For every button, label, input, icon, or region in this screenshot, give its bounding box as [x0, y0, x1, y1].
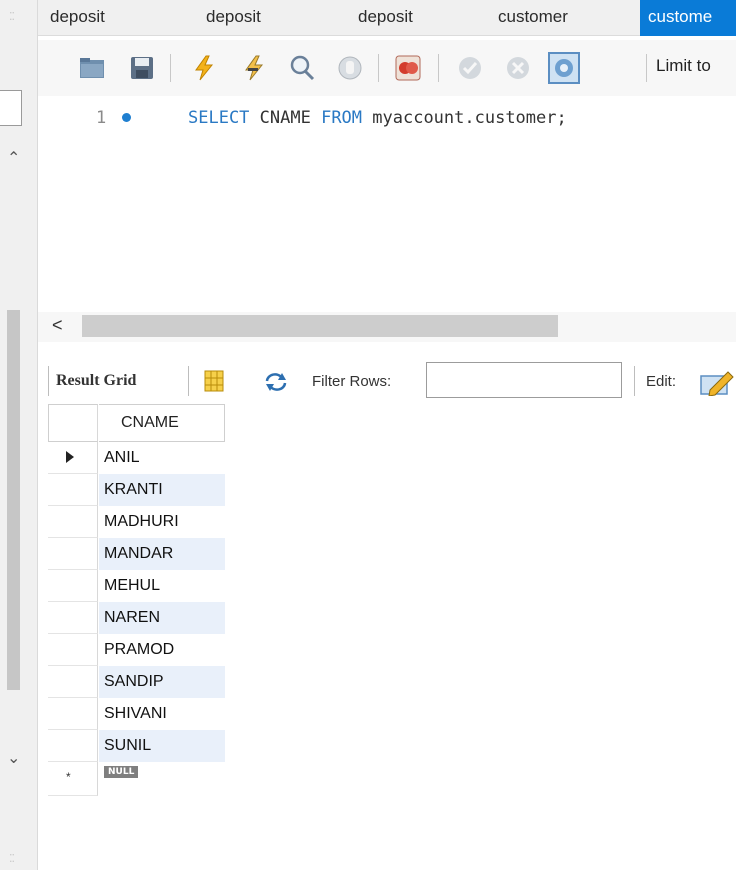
filter-rows-input[interactable] — [426, 362, 622, 398]
autocommit-icon[interactable] — [548, 52, 580, 84]
execute-icon[interactable] — [190, 54, 218, 82]
line-number: 1 — [96, 108, 107, 128]
cell-cname[interactable]: KRANTI — [99, 474, 225, 506]
toggle-continue-on-error-icon[interactable] — [394, 54, 422, 82]
row-indicator[interactable] — [48, 538, 98, 570]
edit-pencil-icon[interactable] — [700, 368, 734, 396]
table-row[interactable]: MANDAR — [48, 538, 228, 570]
grip-dots-icon: ⁚⁚ — [9, 11, 15, 23]
cell-cname[interactable]: MANDAR — [99, 538, 225, 570]
current-row-arrow-icon — [66, 451, 74, 463]
column-header-cname[interactable]: CNAME — [99, 404, 225, 442]
save-icon[interactable] — [128, 54, 156, 82]
row-indicator[interactable] — [48, 442, 98, 474]
horizontal-scrollbar[interactable]: < — [38, 312, 736, 342]
sql-keyword-select: SELECT — [188, 108, 250, 128]
row-indicator[interactable] — [48, 602, 98, 634]
result-grid: CNAME ANIL KRANTI MADHURI MANDAR MEHUL N… — [48, 404, 228, 796]
new-row[interactable]: * NULL — [48, 762, 228, 796]
limit-rows-select[interactable]: Limit to — [656, 56, 711, 76]
cell-cname[interactable]: SUNIL — [99, 730, 225, 762]
result-toolbar: Result Grid Filter Rows: Edit: — [38, 360, 736, 402]
chevron-left-icon[interactable]: < — [52, 315, 63, 336]
side-panel-stub[interactable] — [0, 90, 22, 126]
cell-cname[interactable]: PRAMOD — [99, 634, 225, 666]
sql-table: myaccount.customer; — [362, 108, 567, 128]
row-indicator[interactable] — [48, 634, 98, 666]
table-row[interactable]: PRAMOD — [48, 634, 228, 666]
table-row[interactable]: SUNIL — [48, 730, 228, 762]
toolbar-separator — [634, 366, 635, 396]
sql-statement[interactable]: SELECT CNAME FROM myaccount.customer; — [188, 108, 567, 128]
cell-cname[interactable]: MADHURI — [99, 506, 225, 538]
row-indicator[interactable] — [48, 570, 98, 602]
row-header-corner — [48, 404, 98, 442]
null-badge: NULL — [104, 766, 139, 778]
execute-current-icon[interactable] — [240, 54, 268, 82]
table-row[interactable]: SHIVANI — [48, 698, 228, 730]
toolbar-separator — [48, 366, 49, 396]
new-row-asterisk: * — [66, 770, 71, 784]
tab-deposit-2[interactable]: deposit — [206, 0, 261, 36]
table-row[interactable]: NAREN — [48, 602, 228, 634]
row-indicator[interactable] — [48, 666, 98, 698]
table-row[interactable]: MADHURI — [48, 506, 228, 538]
commit-icon[interactable] — [456, 54, 484, 82]
sql-toolbar: Limit to — [38, 40, 736, 96]
vertical-scrollbar[interactable] — [7, 310, 20, 690]
table-row[interactable]: SANDIP — [48, 666, 228, 698]
cell-cname[interactable]: NAREN — [99, 602, 225, 634]
edit-label: Edit: — [646, 373, 677, 390]
result-grid-tab[interactable]: Result Grid — [56, 372, 136, 390]
chevron-down-icon[interactable]: ⌄ — [7, 748, 20, 768]
row-indicator[interactable] — [48, 698, 98, 730]
toolbar-separator — [188, 366, 189, 396]
explain-icon[interactable] — [288, 54, 316, 82]
grip-dots-icon: ⁚⁚ — [9, 853, 15, 865]
tab-deposit-1[interactable]: deposit — [50, 0, 105, 36]
editor-tabs: deposit deposit deposit customer custome — [38, 0, 736, 36]
toolbar-separator — [378, 54, 379, 82]
stop-icon[interactable] — [336, 54, 364, 82]
row-indicator[interactable] — [48, 730, 98, 762]
table-row[interactable]: KRANTI — [48, 474, 228, 506]
sql-editor[interactable]: 1 SELECT CNAME FROM myaccount.customer; — [38, 98, 736, 304]
sql-keyword-from: FROM — [321, 108, 363, 128]
toolbar-separator — [170, 54, 171, 82]
left-gutter: ⁚⁚ ⌃ ⌄ ⁚⁚ — [0, 0, 38, 870]
row-indicator[interactable]: * — [48, 762, 98, 796]
scrollbar-thumb[interactable] — [82, 315, 558, 337]
tab-customer-active[interactable]: custome — [640, 0, 736, 36]
rollback-icon[interactable] — [504, 54, 532, 82]
grid-header-row: CNAME — [48, 404, 228, 442]
filter-rows-label: Filter Rows: — [312, 373, 392, 390]
cell-cname[interactable]: MEHUL — [99, 570, 225, 602]
toolbar-separator — [646, 54, 647, 82]
tab-customer-1[interactable]: customer — [498, 0, 568, 36]
row-indicator[interactable] — [48, 506, 98, 538]
toolbar-separator — [438, 54, 439, 82]
refresh-icon[interactable] — [264, 372, 288, 392]
row-indicator[interactable] — [48, 474, 98, 506]
open-folder-icon[interactable] — [78, 54, 106, 82]
cell-cname[interactable]: SHIVANI — [99, 698, 225, 730]
table-row[interactable]: ANIL — [48, 442, 228, 474]
statement-marker-icon — [122, 113, 131, 122]
chevron-up-icon[interactable]: ⌃ — [7, 148, 20, 168]
workbench-window: ⁚⁚ ⌃ ⌄ ⁚⁚ deposit deposit deposit custom… — [0, 0, 736, 870]
cell-cname[interactable]: ANIL — [99, 442, 225, 474]
sql-column: CNAME — [249, 108, 322, 128]
cell-cname[interactable]: SANDIP — [99, 666, 225, 698]
table-row[interactable]: MEHUL — [48, 570, 228, 602]
grid-layout-icon[interactable] — [204, 370, 224, 392]
tab-deposit-3[interactable]: deposit — [358, 0, 413, 36]
